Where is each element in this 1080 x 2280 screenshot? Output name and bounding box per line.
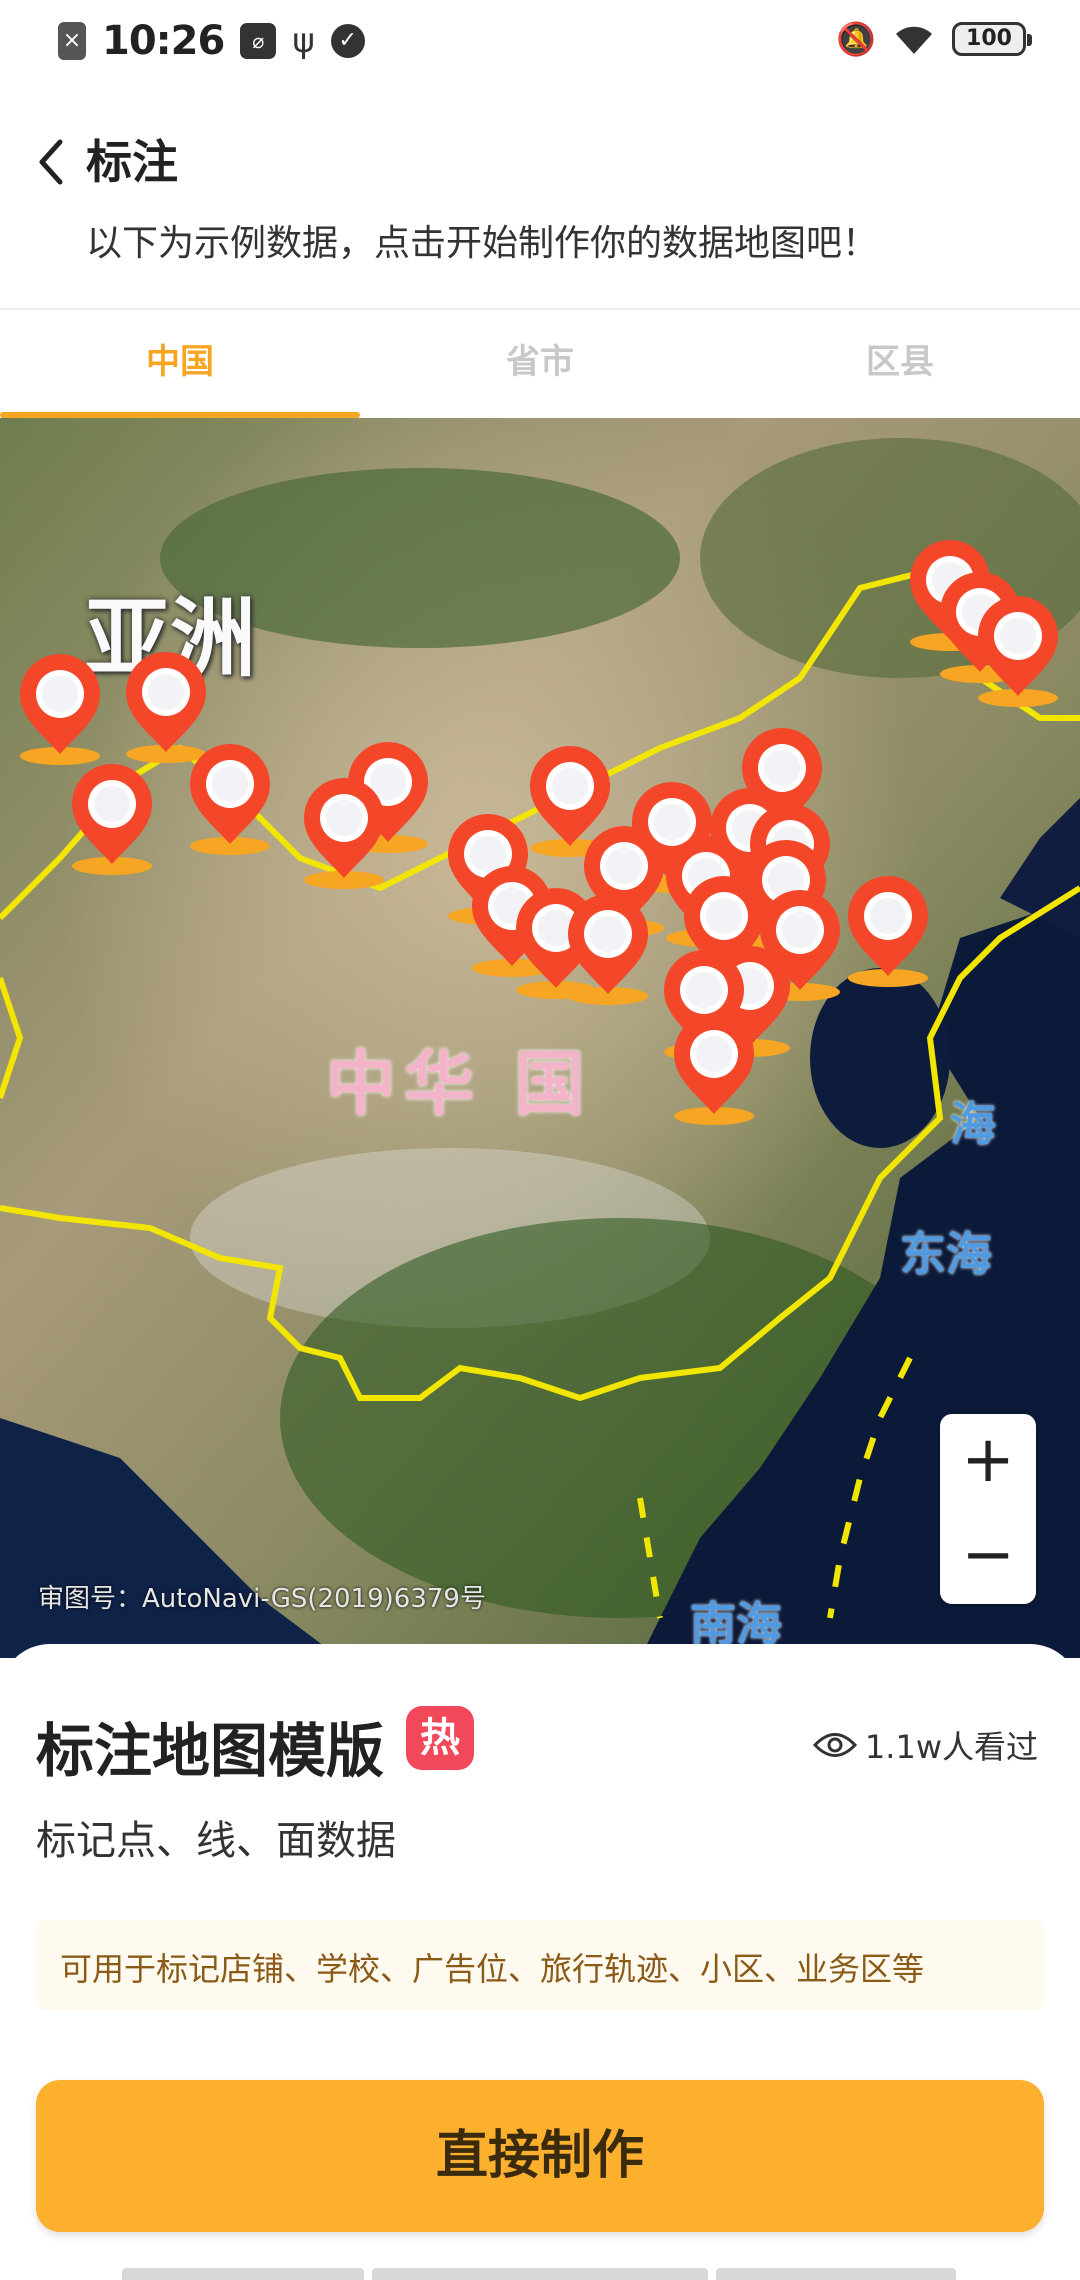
- map-pin-icon[interactable]: [64, 760, 160, 876]
- map-pin-icon[interactable]: [970, 592, 1066, 708]
- template-title: 标注地图模版: [36, 1717, 385, 1785]
- back-arrow-icon[interactable]: [30, 134, 74, 190]
- satellite-map[interactable]: 亚洲 中华 国 海 东海 南海 审图号：AutoNavi-GS(2019)637…: [0, 418, 1080, 1658]
- map-label-china: 中华 国: [326, 1043, 593, 1125]
- map-pin-icon[interactable]: [666, 1010, 762, 1126]
- template-description: 标记点、线、面数据: [36, 1818, 396, 1864]
- bottom-strip: [716, 2268, 956, 2280]
- status-time: 10:26: [102, 18, 225, 64]
- region-tabs: 中国 省市 区县: [0, 308, 1080, 418]
- page-title: 标注: [86, 135, 178, 189]
- start-making-button[interactable]: 直接制作: [36, 2080, 1044, 2232]
- map-pin-icon[interactable]: [182, 740, 278, 856]
- usage-hint-text: 可用于标记店铺、学校、广告位、旅行轨迹、小区、业务区等: [60, 1950, 925, 1988]
- page-subtitle: 以下为示例数据，点击开始制作你的数据地图吧！: [86, 223, 879, 264]
- map-pin-icon[interactable]: [560, 890, 656, 1006]
- usb-icon: ψ: [292, 21, 315, 61]
- bell-off-icon: 🔕: [836, 20, 876, 58]
- tab-district-county[interactable]: 区县: [720, 310, 1080, 418]
- bottom-strip: [122, 2268, 364, 2280]
- map-label-yellow-sea: 海: [950, 1097, 996, 1151]
- bottom-strip: [372, 2268, 708, 2280]
- app-box-icon: ⌀: [240, 23, 277, 59]
- map-pin-icon[interactable]: [840, 872, 936, 988]
- check-circle-icon: ✓: [330, 24, 365, 58]
- header: 标注 以下为示例数据，点击开始制作你的数据地图吧！: [0, 84, 1080, 310]
- view-count: 1.1w人看过: [812, 1722, 1038, 1768]
- wifi-icon: [896, 26, 932, 54]
- status-bar: × 10:26 ⌀ ψ ✓ 🔕 100: [0, 0, 1080, 84]
- eye-icon: [812, 1733, 857, 1757]
- map-label-east-sea: 东海: [900, 1227, 992, 1281]
- map-pin-icon[interactable]: [12, 650, 108, 766]
- zoom-in-button[interactable]: +: [940, 1414, 1036, 1509]
- bottom-strips: [0, 2268, 1080, 2280]
- battery-icon: 100: [952, 22, 1032, 56]
- usage-hint: 可用于标记店铺、学校、广告位、旅行轨迹、小区、业务区等: [36, 1920, 1044, 2010]
- map-pin-icon[interactable]: [296, 774, 392, 890]
- map-credit: 审图号：AutoNavi-GS(2019)6379号: [38, 1584, 486, 1614]
- tab-province-city[interactable]: 省市: [360, 310, 720, 418]
- view-count-text: 1.1w人看过: [864, 1728, 1038, 1766]
- zoom-out-button[interactable]: −: [940, 1509, 1036, 1604]
- template-card: 标注地图模版 热 1.1w人看过 标记点、线、面数据 可用于标记店铺、学校、广告…: [0, 1644, 1080, 2280]
- tab-china[interactable]: 中国: [0, 310, 360, 418]
- close-box-icon: ×: [58, 22, 86, 60]
- zoom-control: + −: [940, 1414, 1036, 1604]
- hot-badge: 热: [406, 1706, 474, 1770]
